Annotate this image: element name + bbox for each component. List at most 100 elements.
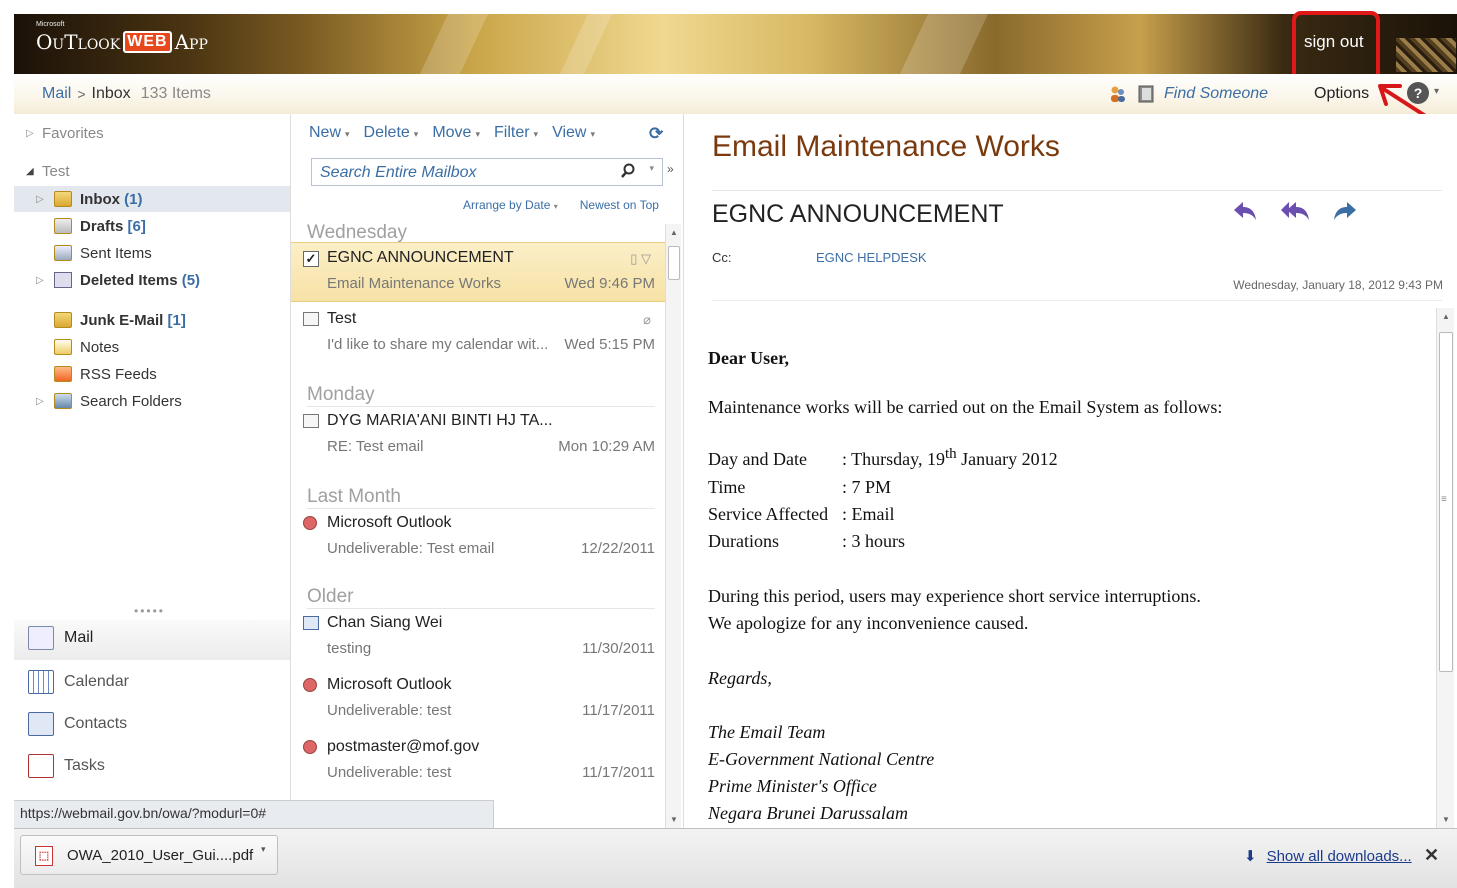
expand-arrow-icon[interactable]: ▷ bbox=[26, 128, 34, 139]
sidebar-item-drafts[interactable]: Drafts [6] bbox=[14, 213, 290, 239]
body-duration-row: Durations: 3 hours bbox=[708, 531, 905, 552]
module-calendar-button[interactable]: Calendar bbox=[28, 670, 129, 694]
breadcrumb-mail-link[interactable]: Mail bbox=[42, 85, 71, 103]
sign-out-highlight-box bbox=[1292, 11, 1380, 83]
people-icon[interactable] bbox=[1108, 84, 1128, 104]
message-sender: Test bbox=[327, 310, 357, 327]
view-button[interactable]: View ▾ bbox=[552, 124, 595, 142]
scroll-down-icon[interactable]: ▼ bbox=[1442, 815, 1450, 824]
show-all-downloads-link[interactable]: Show all downloads... bbox=[1267, 848, 1412, 865]
module-contacts-button[interactable]: Contacts bbox=[28, 712, 127, 736]
mail-icon bbox=[28, 626, 54, 650]
status-bar-url: https://webmail.gov.bn/owa/?modurl=0# bbox=[14, 800, 494, 828]
message-date: 11/17/2011 bbox=[582, 702, 655, 719]
module-mail-button[interactable]: Mail bbox=[14, 620, 290, 660]
message-subject: I'd like to share my calendar wit... bbox=[327, 336, 549, 353]
checkbox-checked-icon[interactable]: ✓ bbox=[303, 251, 319, 267]
message-row[interactable]: Test ⌀ I'd like to share my calendar wit… bbox=[291, 304, 665, 364]
message-list-scrollbar[interactable]: ▲ ▼ bbox=[665, 224, 681, 828]
search-folder-icon bbox=[54, 393, 72, 409]
user-avatar bbox=[1396, 38, 1456, 72]
cc-recipient[interactable]: EGNC HELPDESK bbox=[816, 250, 927, 265]
contacts-icon bbox=[28, 712, 54, 736]
message-row[interactable]: DYG MARIA'ANI BINTI HJ TA... RE: Test em… bbox=[291, 406, 665, 466]
arrange-by-dropdown[interactable]: Arrange by Date ▾ bbox=[463, 198, 558, 212]
outlook-web-app-logo[interactable]: Microsoft OuTlook WEB App bbox=[36, 21, 208, 54]
expand-arrow-icon[interactable]: ▷ bbox=[36, 275, 44, 286]
logo-outlook-text: OuTlook bbox=[36, 30, 121, 54]
message-subject: Undeliverable: test bbox=[327, 764, 452, 781]
module-tasks-button[interactable]: Tasks bbox=[28, 754, 105, 778]
sidebar-item-search-folders[interactable]: ▷ Search Folders bbox=[14, 388, 290, 414]
download-arrow-icon: ⬇ bbox=[1244, 848, 1257, 865]
message-date: 11/17/2011 bbox=[582, 764, 655, 781]
message-sender-heading[interactable]: EGNC ANNOUNCEMENT bbox=[712, 200, 1004, 229]
message-row[interactable]: Chan Siang Wei testing 11/30/2011 bbox=[291, 608, 665, 668]
forward-icon[interactable] bbox=[1332, 200, 1358, 222]
breadcrumb-separator: > bbox=[77, 86, 86, 102]
message-sender: postmaster@mof.gov bbox=[327, 738, 480, 755]
reply-icon[interactable] bbox=[1232, 200, 1258, 222]
module-calendar-label: Calendar bbox=[64, 673, 129, 690]
breadcrumb: Mail > Inbox 133 Items bbox=[42, 85, 211, 103]
delete-label: Delete bbox=[363, 124, 410, 141]
message-actions bbox=[1232, 200, 1358, 222]
body-day-row: Day and Date: Thursday, 19th January 201… bbox=[708, 446, 1058, 470]
scrollbar-grip-icon: ≡ bbox=[1441, 494, 1447, 505]
refresh-icon[interactable]: ⟳ bbox=[649, 124, 663, 144]
move-button[interactable]: Move ▾ bbox=[432, 124, 480, 142]
sidebar-item-deleted[interactable]: ▷ Deleted Items (5) bbox=[14, 267, 290, 293]
address-book-icon[interactable] bbox=[1136, 84, 1156, 104]
mailbox-root-node[interactable]: ◢ Test bbox=[14, 158, 290, 184]
service-label: Service Affected bbox=[708, 504, 829, 524]
favorites-label: Favorites bbox=[42, 124, 104, 142]
collapse-arrow-icon[interactable]: ◢ bbox=[26, 166, 34, 177]
scroll-up-icon[interactable]: ▲ bbox=[1442, 312, 1450, 321]
reading-pane-scrollbar[interactable]: ▲ ≡ ▼ bbox=[1436, 308, 1454, 828]
expand-arrow-icon[interactable]: ▷ bbox=[36, 396, 44, 407]
reply-all-icon[interactable] bbox=[1280, 200, 1310, 222]
chevron-down-icon[interactable]: ▾ bbox=[261, 844, 266, 855]
new-button[interactable]: New ▾ bbox=[309, 124, 350, 142]
expand-arrow-icon[interactable]: ▷ bbox=[36, 194, 44, 205]
options-menu[interactable]: Options bbox=[1314, 85, 1369, 103]
app-header-banner: Microsoft OuTlook WEB App bbox=[14, 14, 1457, 74]
sidebar-item-rss[interactable]: RSS Feeds bbox=[14, 361, 290, 387]
item-count: [1] bbox=[167, 311, 186, 329]
sent-folder-icon bbox=[54, 245, 72, 261]
message-date: Mon 10:29 AM bbox=[558, 438, 655, 455]
scroll-up-icon[interactable]: ▲ bbox=[670, 228, 678, 237]
show-all-downloads[interactable]: ⬇ Show all downloads... bbox=[1244, 847, 1412, 866]
favorites-node[interactable]: ▷ Favorites bbox=[14, 120, 290, 146]
meeting-request-icon bbox=[303, 616, 319, 630]
sidebar-item-sent[interactable]: Sent Items bbox=[14, 240, 290, 266]
message-row[interactable]: postmaster@mof.gov Undeliverable: test 1… bbox=[291, 732, 665, 792]
delete-button[interactable]: Delete ▾ bbox=[364, 124, 419, 142]
search-scope-dropdown-icon[interactable]: ▾ bbox=[649, 163, 654, 174]
move-label: Move bbox=[432, 124, 472, 141]
find-someone-link[interactable]: Find Someone bbox=[1164, 85, 1268, 103]
filter-button[interactable]: Filter ▾ bbox=[494, 124, 538, 142]
message-row-selected[interactable]: ✓ EGNC ANNOUNCEMENT ▯ ▽ Email Maintenanc… bbox=[291, 242, 665, 302]
sort-order-toggle[interactable]: Newest on Top bbox=[580, 198, 659, 212]
pane-resize-grip[interactable]: ••••• bbox=[134, 604, 165, 618]
message-subject: Email Maintenance Works bbox=[327, 275, 501, 292]
message-row[interactable]: Microsoft Outlook Undeliverable: test 11… bbox=[291, 670, 665, 730]
search-input[interactable]: Search Entire Mailbox ▾ bbox=[311, 158, 663, 186]
download-item[interactable]: ⬚ OWA_2010_User_Gui....pdf ▾ bbox=[20, 835, 278, 875]
scroll-down-icon[interactable]: ▼ bbox=[670, 815, 678, 824]
group-header-older: Older bbox=[307, 586, 655, 609]
sidebar-item-inbox[interactable]: ▷ Inbox (1) bbox=[14, 186, 290, 212]
flag-icon[interactable]: ▯ ▽ bbox=[630, 251, 651, 267]
message-date: Wed 5:15 PM bbox=[564, 336, 655, 353]
scrollbar-thumb[interactable] bbox=[668, 246, 680, 280]
undeliverable-icon bbox=[303, 740, 317, 754]
message-row[interactable]: Microsoft Outlook Undeliverable: Test em… bbox=[291, 508, 665, 568]
close-icon[interactable]: ✕ bbox=[1424, 845, 1439, 866]
expand-search-icon[interactable]: » bbox=[667, 162, 674, 176]
duration-label: Durations bbox=[708, 531, 779, 551]
search-icon[interactable] bbox=[620, 163, 636, 179]
sidebar-item-junk[interactable]: Junk E-Mail [1] bbox=[14, 307, 290, 333]
notes-icon bbox=[54, 339, 72, 355]
sidebar-item-notes[interactable]: Notes bbox=[14, 334, 290, 360]
